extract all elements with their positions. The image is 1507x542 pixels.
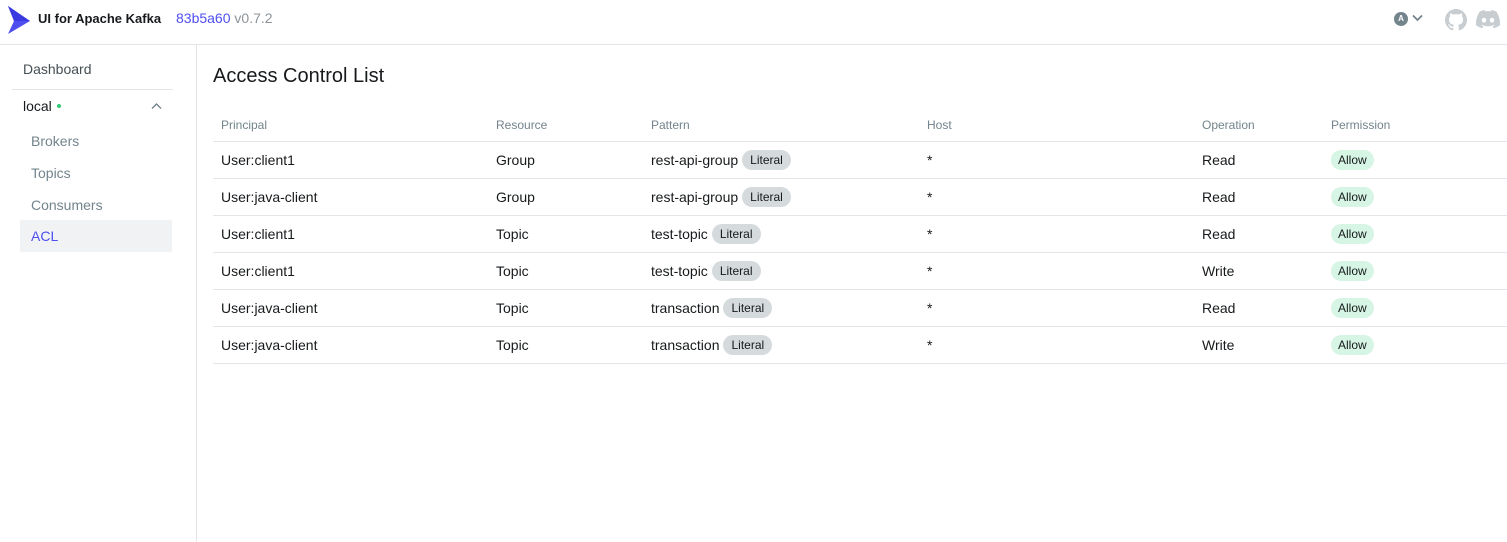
column-header-principal: Principal xyxy=(221,118,268,132)
chevron-up-icon[interactable] xyxy=(151,102,162,110)
pattern-cell: rest-api-group Literal xyxy=(651,187,791,207)
table-row: User:java-client Topic transaction Literal *… xyxy=(213,290,1507,327)
user-menu-button[interactable]: A xyxy=(1392,11,1426,29)
kafka-ui-logo-icon[interactable] xyxy=(6,5,32,35)
permission-badge: Allow xyxy=(1331,150,1374,170)
pattern-cell: test-topic Literal xyxy=(651,261,761,281)
column-header-permission: Permission xyxy=(1331,118,1391,132)
table-row: User:client1 Group rest-api-group Literal * R… xyxy=(213,142,1507,179)
column-header-pattern: Pattern xyxy=(651,118,690,132)
sidebar-item-topics[interactable]: Topics xyxy=(31,165,71,181)
sidebar-cluster-local[interactable]: local xyxy=(23,98,61,114)
github-icon[interactable] xyxy=(1445,9,1467,31)
pattern-name: test-topic xyxy=(651,226,708,242)
pattern-type-badge: Literal xyxy=(711,224,761,244)
principal-cell: User:client1 xyxy=(221,263,295,279)
operation-cell: Read xyxy=(1202,152,1236,168)
cluster-name: local xyxy=(23,98,52,114)
column-header-host: Host xyxy=(927,118,952,132)
pattern-type-badge: Literal xyxy=(742,150,791,170)
pattern-name: test-topic xyxy=(651,263,708,279)
table-row: User:java-client Topic transaction Literal *… xyxy=(213,327,1507,364)
operation-cell: Read xyxy=(1202,226,1236,242)
resource-cell: Group xyxy=(496,152,535,168)
page-title: Access Control List xyxy=(213,65,385,87)
commit-hash-link[interactable]: 83b5a60 xyxy=(176,10,231,26)
operation-cell: Write xyxy=(1202,337,1235,353)
host-cell: * xyxy=(927,263,933,279)
host-cell: * xyxy=(927,152,933,168)
pattern-cell: transaction Literal xyxy=(651,335,773,355)
pattern-cell: rest-api-group Literal xyxy=(651,150,791,170)
host-cell: * xyxy=(927,189,933,205)
permission-badge: Allow xyxy=(1331,298,1374,318)
operation-cell: Read xyxy=(1202,300,1236,316)
host-cell: * xyxy=(927,337,933,353)
operation-cell: Write xyxy=(1202,263,1235,279)
host-cell: * xyxy=(927,226,933,242)
column-header-resource: Resource xyxy=(496,118,548,132)
table-row: User:client1 Topic test-topic Literal * Write… xyxy=(213,253,1507,290)
principal-cell: User:client1 xyxy=(221,152,295,168)
permission-badge: Allow xyxy=(1331,224,1374,244)
table-header: Principal Resource Pattern Host Operatio… xyxy=(213,108,1507,142)
table-row: User:client1 Topic test-topic Literal * Read A… xyxy=(213,216,1507,253)
discord-icon[interactable] xyxy=(1476,10,1500,29)
host-cell: * xyxy=(927,300,933,316)
sidebar-item-dashboard[interactable]: Dashboard xyxy=(23,61,92,77)
sidebar-item-brokers[interactable]: Brokers xyxy=(31,133,79,149)
resource-cell: Group xyxy=(496,189,535,205)
acl-table: Principal Resource Pattern Host Operatio… xyxy=(213,108,1507,364)
permission-badge: Allow xyxy=(1331,261,1374,281)
pattern-name: rest-api-group xyxy=(651,189,739,205)
resource-cell: Topic xyxy=(496,226,529,242)
principal-cell: User:java-client xyxy=(221,189,318,205)
version-info: 83b5a60 v0.7.2 xyxy=(176,10,273,26)
permission-badge: Allow xyxy=(1331,335,1374,355)
permission-badge: Allow xyxy=(1331,187,1374,207)
sidebar: Dashboard local Brokers Topics Consumers… xyxy=(0,45,197,542)
top-navbar: UI for Apache Kafka 83b5a60 v0.7.2 A xyxy=(0,0,1507,45)
principal-cell: User:java-client xyxy=(221,337,318,353)
pattern-cell: transaction Literal xyxy=(651,298,773,318)
pattern-type-badge: Literal xyxy=(711,261,761,281)
pattern-name: transaction xyxy=(651,337,720,353)
sidebar-item-acl[interactable]: ACL xyxy=(31,228,58,244)
chevron-down-icon xyxy=(1412,14,1423,22)
column-header-operation: Operation xyxy=(1202,118,1255,132)
avatar: A xyxy=(1394,12,1408,26)
operation-cell: Read xyxy=(1202,189,1236,205)
resource-cell: Topic xyxy=(496,300,529,316)
table-row: User:java-client Group rest-api-group Liter… xyxy=(213,179,1507,216)
version-label: v0.7.2 xyxy=(234,10,273,26)
principal-cell: User:java-client xyxy=(221,300,318,316)
principal-cell: User:client1 xyxy=(221,226,295,242)
sidebar-divider xyxy=(12,89,173,90)
pattern-type-badge: Literal xyxy=(723,298,773,318)
sidebar-item-consumers[interactable]: Consumers xyxy=(31,197,103,213)
pattern-cell: test-topic Literal xyxy=(651,224,761,244)
app-title[interactable]: UI for Apache Kafka xyxy=(38,11,161,26)
pattern-type-badge: Literal xyxy=(742,187,791,207)
pattern-name: rest-api-group xyxy=(651,152,739,168)
resource-cell: Topic xyxy=(496,337,529,353)
pattern-type-badge: Literal xyxy=(723,335,773,355)
table-body: User:client1 Group rest-api-group Literal * R… xyxy=(213,142,1507,364)
pattern-name: transaction xyxy=(651,300,720,316)
cluster-status-dot xyxy=(56,104,61,108)
resource-cell: Topic xyxy=(496,263,529,279)
